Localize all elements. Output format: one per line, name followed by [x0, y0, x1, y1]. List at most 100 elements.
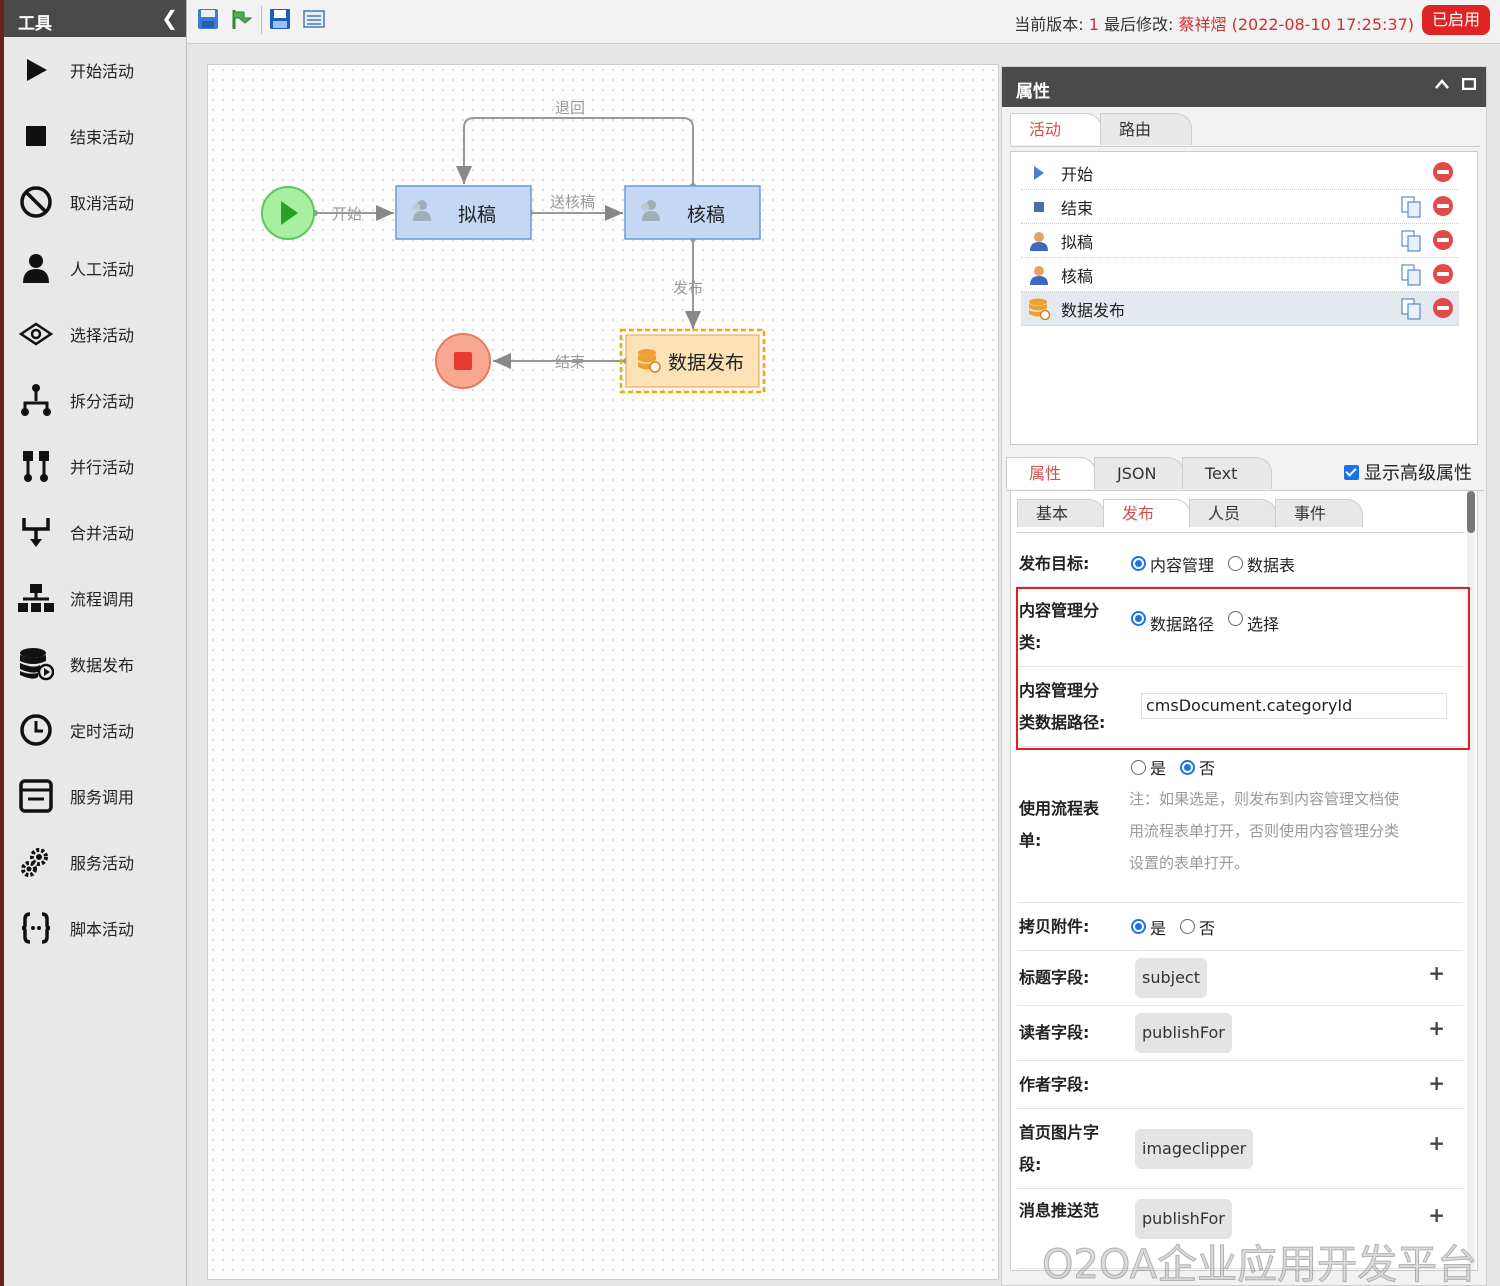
org-chart-icon: [18, 580, 54, 616]
activity-row-end[interactable]: 结束: [1021, 190, 1459, 224]
edge-send-review[interactable]: 送核稿: [527, 193, 623, 221]
tab-basic[interactable]: 基本: [1017, 499, 1105, 527]
activity-name: 数据发布: [1061, 300, 1126, 320]
stop-icon: [1027, 201, 1051, 213]
advanced-properties-toggle[interactable]: 显示高级属性: [1344, 459, 1472, 485]
maximize-icon[interactable]: [1461, 75, 1477, 94]
tool-start-activity[interactable]: 开始活动: [4, 37, 186, 103]
tool-service-activity[interactable]: 服务活动: [4, 829, 186, 895]
copy-icon[interactable]: [1401, 230, 1421, 252]
delete-icon[interactable]: [1433, 162, 1453, 182]
reader-field-value: publishFor: [1129, 1006, 1463, 1060]
field-chip[interactable]: publishFor: [1135, 1013, 1232, 1053]
save-and-release-icon[interactable]: [231, 8, 253, 30]
top-toolbar: 当前版本: 1 最后修改: 蔡祥熠 (2022-08-10 17:25:37) …: [187, 0, 1500, 44]
delete-icon[interactable]: [1433, 196, 1453, 216]
tab-people[interactable]: 人员: [1189, 499, 1277, 527]
node-draft[interactable]: 拟稿: [395, 185, 532, 240]
radio-use-form-no[interactable]: [1180, 759, 1196, 775]
radio-select[interactable]: [1228, 611, 1244, 626]
tool-parallel-activity[interactable]: 并行活动: [4, 433, 186, 499]
node-data-publish[interactable]: 数据发布: [619, 328, 766, 394]
content-category-label: 内容管理分 类:: [1017, 587, 1129, 666]
tool-manual-activity[interactable]: 人工活动: [4, 235, 186, 301]
save-icon[interactable]: [197, 8, 219, 30]
copy-icon[interactable]: [1401, 298, 1421, 320]
tool-cancel-activity[interactable]: 取消活动: [4, 169, 186, 235]
tab-json[interactable]: JSON: [1094, 457, 1184, 489]
tab-properties[interactable]: 属性: [1006, 457, 1096, 489]
tab-publish[interactable]: 发布: [1103, 499, 1191, 527]
node-start[interactable]: [261, 186, 315, 240]
edge-label-end: 结束: [555, 353, 585, 371]
tool-script-activity[interactable]: 脚本活动: [4, 895, 186, 961]
delete-icon[interactable]: [1433, 264, 1453, 284]
edge-label-back: 退回: [555, 99, 585, 117]
edge-back[interactable]: 退回: [456, 99, 696, 189]
plus-icon[interactable]: +: [1428, 1016, 1445, 1040]
copy-icon[interactable]: [1401, 264, 1421, 286]
scrollbar-thumb[interactable]: [1467, 491, 1475, 533]
advanced-checkbox[interactable]: [1344, 464, 1359, 480]
flow-diagram: 开始 送核稿 退回 发布 结束 拟稿 核稿 数据发布: [261, 99, 766, 394]
field-chip[interactable]: imageclipper: [1135, 1128, 1254, 1169]
node-review[interactable]: 核稿: [624, 185, 761, 240]
plus-icon[interactable]: +: [1428, 1071, 1445, 1095]
modified-label: 最后修改:: [1098, 15, 1179, 34]
tool-process-call[interactable]: 流程调用: [4, 565, 186, 631]
edge-label-start: 开始: [332, 205, 362, 223]
split-icon: [18, 382, 54, 418]
tab-events[interactable]: 事件: [1275, 499, 1363, 527]
tool-choice-activity[interactable]: 选择活动: [4, 301, 186, 367]
radio-attach-no[interactable]: [1180, 919, 1196, 934]
delete-icon[interactable]: [1433, 230, 1453, 250]
view-list-icon[interactable]: [303, 8, 325, 30]
field-chip[interactable]: subject: [1135, 958, 1207, 998]
label-line: 使用流程表: [1019, 798, 1100, 818]
gears-icon: [18, 844, 54, 880]
radio-attach-yes[interactable]: [1131, 919, 1146, 934]
radio-data-table[interactable]: [1228, 556, 1244, 571]
flow-canvas[interactable]: 开始 送核稿 退回 发布 结束 拟稿 核稿 数据发布: [207, 64, 999, 1280]
edge-end[interactable]: 结束: [493, 353, 629, 371]
activity-row-draft[interactable]: 拟稿: [1021, 224, 1459, 258]
activity-row-review[interactable]: 核稿: [1021, 258, 1459, 292]
tool-label: 合并活动: [70, 524, 135, 543]
tool-data-publish[interactable]: 数据发布: [4, 631, 186, 697]
save-as-icon[interactable]: [269, 8, 291, 30]
activity-row-data-publish[interactable]: 数据发布: [1021, 292, 1459, 326]
tool-label: 流程调用: [70, 590, 135, 609]
tool-service-call[interactable]: 服务调用: [4, 763, 186, 829]
row-image-field: 首页图片字 段: imageclipper +: [1017, 1109, 1463, 1189]
delete-icon[interactable]: [1433, 298, 1453, 318]
tool-timer-activity[interactable]: 定时活动: [4, 697, 186, 763]
plus-icon[interactable]: +: [1428, 1203, 1445, 1227]
category-data-path-input[interactable]: cmsDocument.categoryId: [1141, 693, 1447, 719]
plus-icon[interactable]: +: [1428, 1131, 1445, 1155]
node-end[interactable]: [435, 333, 491, 389]
copy-icon[interactable]: [1401, 196, 1421, 218]
person-icon: [18, 250, 54, 286]
collapse-up-icon[interactable]: [1434, 75, 1450, 94]
tool-end-activity[interactable]: 结束活动: [4, 103, 186, 169]
plus-icon[interactable]: +: [1428, 961, 1445, 985]
tab-route[interactable]: 路由: [1100, 113, 1192, 145]
tab-text[interactable]: Text: [1182, 457, 1272, 489]
radio-use-form-yes[interactable]: [1131, 759, 1146, 775]
tool-label: 脚本活动: [70, 920, 135, 939]
property-scrollbar[interactable]: [1467, 491, 1475, 1270]
row-reader-field: 读者字段: publishFor +: [1017, 1006, 1463, 1061]
collapse-left-icon[interactable]: ❮: [161, 6, 178, 30]
edge-publish[interactable]: 发布: [673, 236, 703, 329]
image-field-label: 首页图片字 段:: [1017, 1109, 1129, 1188]
radio-label: 选择: [1247, 615, 1280, 634]
radio-content-management[interactable]: [1131, 556, 1146, 571]
radio-data-path[interactable]: [1131, 611, 1146, 626]
tool-split-activity[interactable]: 拆分活动: [4, 367, 186, 433]
tab-activity[interactable]: 活动: [1010, 113, 1102, 145]
edge-start[interactable]: 开始: [312, 205, 394, 223]
row-title-field: 标题字段: subject +: [1017, 951, 1463, 1006]
row-publish-target: 发布目标: 内容管理 数据表: [1017, 541, 1463, 587]
tool-merge-activity[interactable]: 合并活动: [4, 499, 186, 565]
activity-row-start[interactable]: 开始: [1021, 156, 1459, 190]
